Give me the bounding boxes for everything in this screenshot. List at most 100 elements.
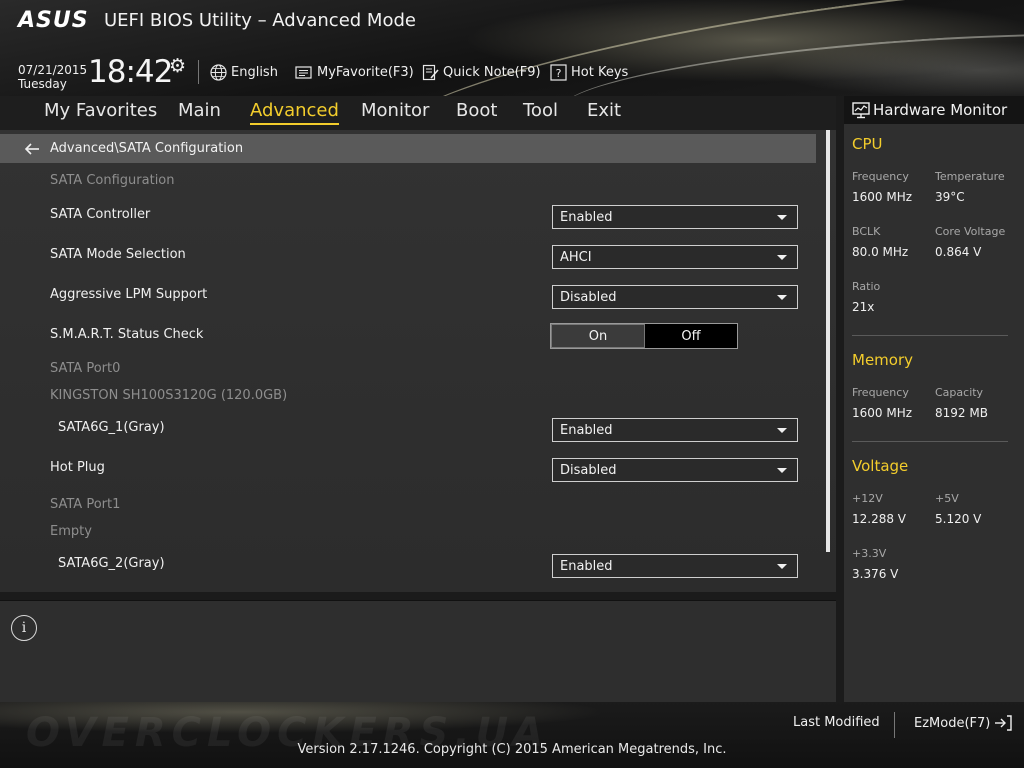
asus-logo: ASUS bbox=[18, 8, 89, 33]
hot-plug-value: Disabled bbox=[560, 462, 617, 478]
caret-down-icon bbox=[777, 467, 787, 473]
lpm-support-dropdown[interactable]: Disabled bbox=[552, 285, 798, 309]
tab-main[interactable]: Main bbox=[178, 100, 221, 122]
hardware-monitor-panel: Hardware Monitor CPU Frequency Temperatu… bbox=[844, 96, 1024, 702]
settings-panel: Advanced\SATA Configuration SATA Configu… bbox=[0, 130, 836, 592]
hotkeys-button[interactable]: ? Hot Keys bbox=[550, 62, 628, 82]
sata-mode-value: AHCI bbox=[560, 249, 592, 265]
hardware-monitor-title: Hardware Monitor bbox=[873, 101, 1008, 119]
question-icon: ? bbox=[550, 63, 567, 81]
sata-mode-label: SATA Mode Selection bbox=[50, 247, 186, 262]
voltage-section-title: Voltage bbox=[852, 457, 909, 475]
caret-down-icon bbox=[777, 214, 787, 220]
hot-plug-label: Hot Plug bbox=[50, 460, 105, 475]
myfavorite-label: MyFavorite(F3) bbox=[317, 64, 414, 80]
hotkeys-label: Hot Keys bbox=[571, 64, 629, 80]
tab-boot[interactable]: Boot bbox=[456, 100, 497, 122]
last-modified-button[interactable]: Last Modified bbox=[793, 715, 880, 730]
monitor-icon bbox=[852, 101, 870, 119]
memory-capacity-value: 8192 MB bbox=[935, 406, 988, 420]
copyright-text: Version 2.17.1246. Copyright (C) 2015 Am… bbox=[297, 742, 727, 757]
help-description-panel: i bbox=[0, 600, 836, 702]
core-voltage-label: Core Voltage bbox=[935, 225, 1006, 238]
ezmode-label: EzMode(F7) bbox=[914, 715, 991, 731]
v12-label: +12V bbox=[852, 492, 883, 505]
tab-advanced[interactable]: Advanced bbox=[250, 100, 339, 125]
tab-exit[interactable]: Exit bbox=[587, 100, 621, 122]
memory-frequency-label: Frequency bbox=[852, 386, 909, 399]
language-button[interactable]: English bbox=[210, 62, 278, 82]
hot-plug-dropdown[interactable]: Disabled bbox=[552, 458, 798, 482]
app-title: UEFI BIOS Utility – Advanced Mode bbox=[104, 10, 416, 31]
smart-check-label: S.M.A.R.T. Status Check bbox=[50, 327, 204, 342]
v12-value: 12.288 V bbox=[852, 512, 907, 526]
sata-controller-dropdown[interactable]: Enabled bbox=[552, 205, 798, 229]
ratio-label: Ratio bbox=[852, 280, 881, 293]
sata6g-1-dropdown[interactable]: Enabled bbox=[552, 418, 798, 442]
caret-down-icon bbox=[777, 294, 787, 300]
header-swoosh-decoration-2 bbox=[557, 15, 1024, 96]
date-text: 07/21/2015 bbox=[18, 63, 88, 77]
memory-frequency-value: 1600 MHz bbox=[852, 406, 913, 420]
quicknote-button[interactable]: Quick Note(F9) bbox=[422, 62, 541, 82]
sata-port0-title: SATA Port0 bbox=[50, 361, 121, 376]
quicknote-label: Quick Note(F9) bbox=[443, 64, 541, 80]
tab-monitor[interactable]: Monitor bbox=[361, 100, 429, 122]
sata6g-1-label: SATA6G_1(Gray) bbox=[58, 420, 165, 435]
day-text: Tuesday bbox=[18, 77, 67, 91]
cpu-frequency-value: 1600 MHz bbox=[852, 190, 913, 204]
back-arrow-icon[interactable] bbox=[24, 142, 40, 155]
cpu-temperature-value: 39°C bbox=[935, 190, 965, 204]
sata6g-2-dropdown[interactable]: Enabled bbox=[552, 554, 798, 578]
footer-divider bbox=[894, 712, 895, 738]
ratio-value: 21x bbox=[852, 300, 875, 314]
favorite-list-icon bbox=[295, 65, 313, 80]
language-label: English bbox=[231, 64, 278, 80]
caret-down-icon bbox=[777, 254, 787, 260]
sata-controller-label: SATA Controller bbox=[50, 207, 151, 222]
core-voltage-value: 0.864 V bbox=[935, 245, 982, 259]
caret-down-icon bbox=[777, 427, 787, 433]
header-bar: ASUS UEFI BIOS Utility – Advanced Mode 0… bbox=[0, 0, 1024, 96]
cpu-section-title: CPU bbox=[852, 135, 883, 153]
note-edit-icon bbox=[422, 64, 439, 81]
v33-value: 3.376 V bbox=[852, 567, 899, 581]
time-display: 18:42 bbox=[88, 54, 173, 90]
breadcrumb[interactable]: Advanced\SATA Configuration bbox=[0, 134, 816, 163]
sata6g-2-value: Enabled bbox=[560, 558, 613, 574]
section-sata-configuration: SATA Configuration bbox=[50, 173, 175, 188]
ezmode-button[interactable]: EzMode(F7) bbox=[914, 715, 1013, 731]
date-display: 07/21/2015 Tuesday bbox=[18, 63, 87, 91]
cpu-frequency-label: Frequency bbox=[852, 170, 909, 183]
memory-section-title: Memory bbox=[852, 351, 914, 369]
exit-arrow-icon bbox=[993, 715, 1013, 731]
header-divider bbox=[198, 60, 199, 84]
globe-icon bbox=[210, 63, 227, 81]
caret-down-icon bbox=[777, 563, 787, 569]
breadcrumb-path: Advanced\SATA Configuration bbox=[50, 141, 244, 156]
cpu-temperature-label: Temperature bbox=[935, 170, 1005, 183]
sata-mode-dropdown[interactable]: AHCI bbox=[552, 245, 798, 269]
lpm-support-value: Disabled bbox=[560, 289, 617, 305]
hardware-monitor-header: Hardware Monitor bbox=[844, 96, 1024, 124]
sata-controller-value: Enabled bbox=[560, 209, 613, 225]
memory-capacity-label: Capacity bbox=[935, 386, 984, 399]
bclk-value: 80.0 MHz bbox=[852, 245, 909, 259]
myfavorite-button[interactable]: MyFavorite(F3) bbox=[295, 62, 414, 82]
hwmon-divider bbox=[852, 335, 1008, 336]
tab-tool[interactable]: Tool bbox=[523, 100, 558, 122]
smart-off-option[interactable]: Off bbox=[645, 324, 737, 348]
sata6g-1-value: Enabled bbox=[560, 422, 613, 438]
smart-on-option[interactable]: On bbox=[551, 324, 645, 348]
sata-port0-device: KINGSTON SH100S3120G (120.0GB) bbox=[50, 388, 288, 403]
gear-icon[interactable]: ⚙ bbox=[169, 56, 186, 76]
svg-text:?: ? bbox=[556, 67, 562, 80]
main-menu-tabs: My Favorites Main Advanced Monitor Boot … bbox=[0, 96, 836, 130]
v5-label: +5V bbox=[935, 492, 959, 505]
bclk-label: BCLK bbox=[852, 225, 881, 238]
smart-check-toggle[interactable]: On Off bbox=[550, 323, 738, 349]
tab-my-favorites[interactable]: My Favorites bbox=[44, 100, 157, 122]
sata-port1-title: SATA Port1 bbox=[50, 497, 121, 512]
footer-bar: OVERCLOCKERS.UA Last Modified EzMode(F7)… bbox=[0, 702, 1024, 768]
settings-scrollbar[interactable] bbox=[826, 130, 830, 552]
